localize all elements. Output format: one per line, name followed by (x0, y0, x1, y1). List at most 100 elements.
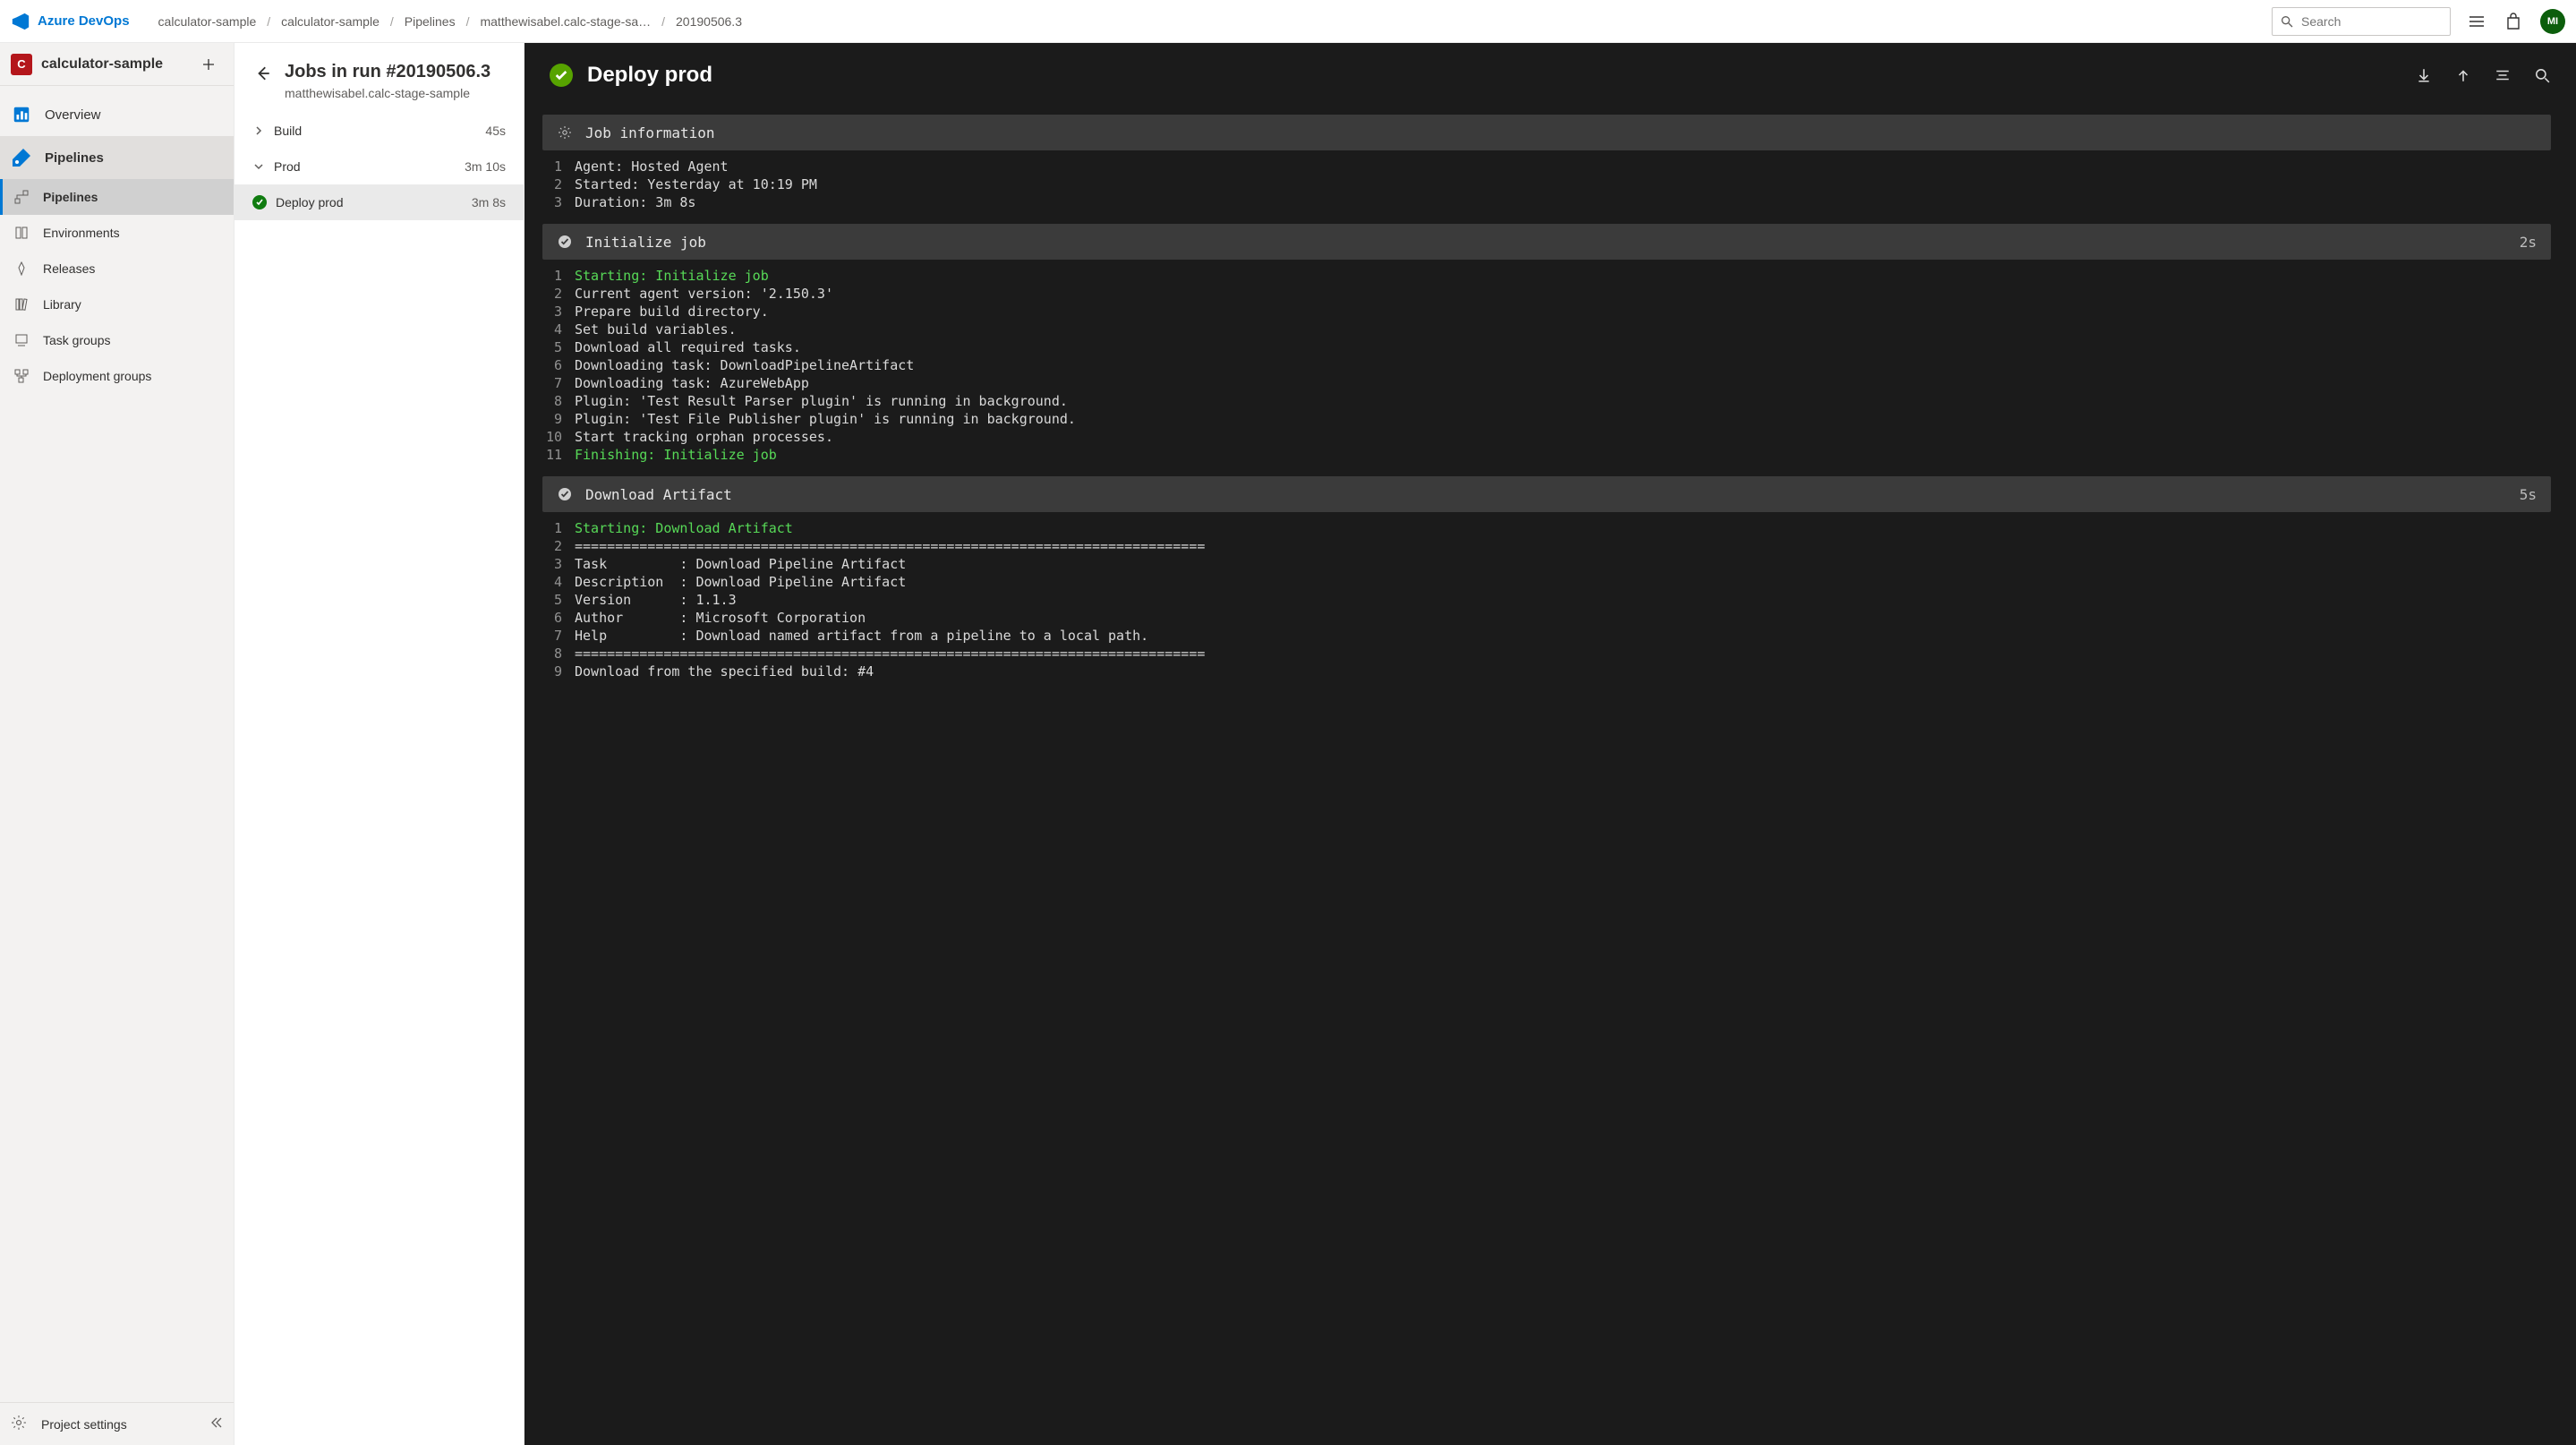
stage-row-build[interactable]: Build 45s (235, 113, 524, 149)
log-line-number: 5 (535, 338, 575, 356)
shopping-bag-icon[interactable] (2504, 13, 2522, 30)
breadcrumb-item[interactable]: calculator-sample (158, 14, 257, 29)
log-line-number: 3 (535, 303, 575, 321)
left-nav: C calculator-sample Overview Pipelines (0, 43, 235, 1445)
log-line-number: 3 (535, 193, 575, 211)
collapse-nav-icon[interactable] (209, 1415, 223, 1432)
search-input[interactable] (2301, 14, 2443, 29)
search-log-button[interactable] (2533, 66, 2551, 84)
log-line: 4Set build variables. (535, 321, 2551, 338)
stage-label: Prod (274, 159, 456, 174)
nav-sub-library[interactable]: Library (0, 286, 234, 322)
breadcrumb-sep: / (661, 14, 665, 29)
run-title: Jobs in run #20190506.3 (285, 59, 490, 84)
log-header: Deploy prod (525, 43, 2576, 107)
log-line: 2Started: Yesterday at 10:19 PM (535, 175, 2551, 193)
user-avatar[interactable]: MI (2540, 9, 2565, 34)
log-line-text: Started: Yesterday at 10:19 PM (575, 175, 817, 193)
log-line-number: 8 (535, 645, 575, 663)
job-row-deploy-prod[interactable]: Deploy prod 3m 8s (235, 184, 524, 220)
log-line-text: Starting: Initialize job (575, 267, 769, 285)
overview-icon (11, 104, 32, 125)
breadcrumb-item[interactable]: Pipelines (405, 14, 456, 29)
search-box[interactable] (2272, 7, 2451, 36)
log-line-text: Author : Microsoft Corporation (575, 609, 866, 627)
breadcrumb-item[interactable]: 20190506.3 (676, 14, 742, 29)
work-items-icon[interactable] (2469, 13, 2486, 30)
stage-row-prod[interactable]: Prod 3m 10s (235, 149, 524, 184)
log-line: 3Duration: 3m 8s (535, 193, 2551, 211)
log-line-number: 11 (535, 446, 575, 464)
status-success-icon (252, 195, 267, 209)
log-actions (2415, 66, 2551, 84)
log-line-number: 4 (535, 573, 575, 591)
log-line-text: Prepare build directory. (575, 303, 769, 321)
log-section-header[interactable]: Job information (542, 115, 2551, 150)
log-line-text: Agent: Hosted Agent (575, 158, 729, 175)
log-line-text: Downloading task: DownloadPipelineArtifa… (575, 356, 914, 374)
nav-sub-deployment-groups[interactable]: Deployment groups (0, 358, 234, 394)
log-line-number: 1 (535, 158, 575, 175)
brand-text: Azure DevOps (38, 13, 130, 29)
scroll-top-button[interactable] (2454, 66, 2472, 84)
log-line: 7Help : Download named artifact from a p… (535, 627, 2551, 645)
breadcrumb-item[interactable]: matthewisabel.calc-stage-sa… (480, 14, 651, 29)
log-line-text: ========================================… (575, 645, 1205, 663)
download-log-button[interactable] (2415, 66, 2433, 84)
log-section-header[interactable]: Initialize job2s (542, 224, 2551, 260)
breadcrumbs: calculator-sample / calculator-sample / … (158, 14, 2261, 29)
topbar-actions: MI (2469, 9, 2565, 34)
download-icon (2416, 67, 2432, 83)
log-line-number: 3 (535, 555, 575, 573)
log-line-number: 2 (535, 175, 575, 193)
log-line: 6Author : Microsoft Corporation (535, 609, 2551, 627)
status-success-icon (550, 64, 573, 87)
log-line-number: 1 (535, 519, 575, 537)
nav-sub-pipelines[interactable]: Pipelines (0, 179, 234, 215)
stage-duration: 3m 10s (465, 159, 506, 174)
log-line: 11Finishing: Initialize job (535, 446, 2551, 464)
log-line-text: Version : 1.1.3 (575, 591, 737, 609)
releases-icon (13, 258, 30, 279)
log-line-text: Set build variables. (575, 321, 737, 338)
log-line-text: Task : Download Pipeline Artifact (575, 555, 906, 573)
log-line-number: 2 (535, 537, 575, 555)
project-settings[interactable]: Project settings (0, 1402, 234, 1445)
project-chip: C (11, 54, 32, 75)
log-section-label: Job information (585, 124, 2524, 141)
log-line: 8Plugin: 'Test Result Parser plugin' is … (535, 392, 2551, 410)
add-button[interactable] (194, 50, 223, 79)
gear-icon (557, 124, 573, 141)
log-section-body: 1Starting: Initialize job2Current agent … (535, 265, 2551, 469)
log-line: 9Plugin: 'Test File Publisher plugin' is… (535, 410, 2551, 428)
toggle-wrap-button[interactable] (2494, 66, 2512, 84)
log-line-text: Download from the specified build: #4 (575, 663, 874, 680)
log-line-text: ========================================… (575, 537, 1205, 555)
nav-label: Deployment groups (43, 369, 151, 383)
log-scroll[interactable]: Job information1Agent: Hosted Agent2Star… (525, 107, 2576, 1445)
back-button[interactable] (252, 63, 274, 84)
nav-overview[interactable]: Overview (0, 93, 234, 136)
nav-pipelines-section[interactable]: Pipelines (0, 136, 234, 179)
log-line: 8=======================================… (535, 645, 2551, 663)
log-line-text: Current agent version: '2.150.3' (575, 285, 833, 303)
stage-label: Build (274, 124, 476, 138)
arrow-up-icon (2455, 67, 2471, 83)
breadcrumb-sep: / (390, 14, 394, 29)
breadcrumb-item[interactable]: calculator-sample (281, 14, 380, 29)
log-line: 6Downloading task: DownloadPipelineArtif… (535, 356, 2551, 374)
nav-sub-releases[interactable]: Releases (0, 251, 234, 286)
project-header[interactable]: C calculator-sample (0, 43, 234, 86)
brand-logo[interactable]: Azure DevOps (11, 12, 130, 31)
log-line-text: Starting: Download Artifact (575, 519, 793, 537)
pipelines-icon (11, 147, 32, 168)
log-line-number: 6 (535, 609, 575, 627)
log-line-text: Duration: 3m 8s (575, 193, 695, 211)
nav-label: Overview (45, 107, 101, 123)
arrow-left-icon (255, 65, 271, 81)
nav-sub-task-groups[interactable]: Task groups (0, 322, 234, 358)
job-label: Deploy prod (276, 195, 463, 209)
nav-sub-environments[interactable]: Environments (0, 215, 234, 251)
log-line-text: Description : Download Pipeline Artifact (575, 573, 906, 591)
log-section-header[interactable]: Download Artifact5s (542, 476, 2551, 512)
